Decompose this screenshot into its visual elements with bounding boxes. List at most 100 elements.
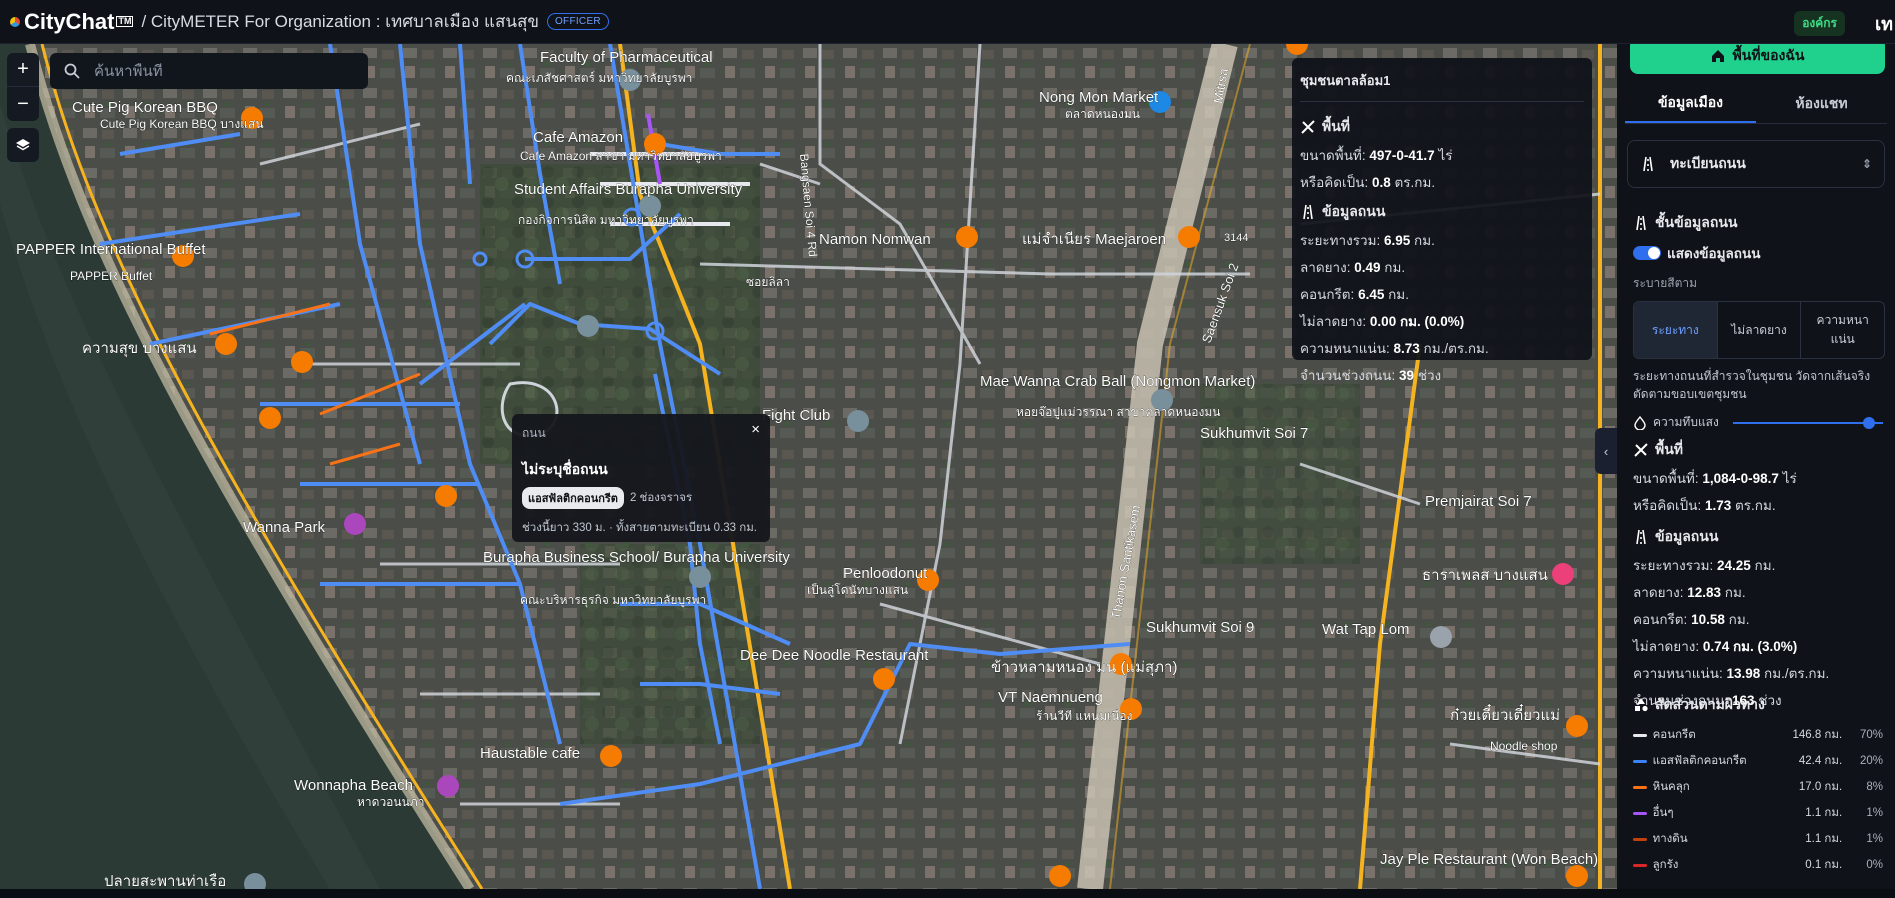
area-size-row: ขนาดพื้นที่: 497-0-41.7 ไร่ — [1300, 148, 1453, 163]
map-label: หอยจ๊อปูแม่วรรณา สาขาตลาดหนองมน — [1016, 405, 1220, 420]
chevron-up-down-icon: ⇕ — [1861, 157, 1872, 171]
road-layer-section: ชั้นข้อมูลถนน แสดงข้อมูลถนน ระบายสีตาม ร… — [1633, 212, 1885, 432]
org-badge[interactable]: องค์กร — [1794, 11, 1845, 36]
map-label: Wat Tap Lom — [1322, 621, 1410, 638]
map-label: Cute Pig Korean BBQ — [72, 99, 218, 116]
user-menu-partial[interactable]: เท — [1875, 9, 1895, 38]
panel-area-section: พื้นที่ ขนาดพื้นที่: 1,084-0-98.7 ไร่ หร… — [1633, 439, 1883, 521]
surface-km: 0.1 กม. — [1805, 859, 1843, 871]
layer-note: ระยะทางถนนที่สำรวจในชุมชน วัดจากเส้นจริง… — [1633, 369, 1871, 401]
surface-km: 1.1 กม. — [1805, 833, 1843, 845]
density-row: ความหนาแน่น: 8.73 กม./ตร.กม. — [1300, 341, 1489, 356]
panel-area-heading: พื้นที่ — [1655, 441, 1684, 457]
surface-name: แอสฟัลติกคอนกรีต — [1652, 755, 1747, 767]
map-label: คณะบริหารธุรกิจ มหาวิทยาลัยบูรพา — [520, 593, 706, 608]
road-layer-heading-row: ชั้นข้อมูลถนน — [1633, 212, 1883, 234]
panel-total-row: ระยะทางรวม: 24.25 กม. — [1633, 558, 1776, 573]
role-badge: OFFICER — [546, 13, 609, 30]
zoom-controls: + − — [7, 53, 39, 121]
map-label: Cafe Amazon — [533, 129, 623, 146]
droplet-icon — [1634, 415, 1646, 430]
map-label: ปลายสะพานท่าเรือ — [104, 873, 226, 889]
surface-pct: 70% — [1859, 729, 1883, 741]
surface-pct: 0% — [1866, 859, 1883, 871]
map-label: 3144 — [1224, 232, 1248, 244]
map-label: Sukhumvit Soi 7 — [1200, 425, 1308, 442]
surface-name: ทางดิน — [1652, 833, 1688, 845]
map-label: แม่จำเนียร Maejaroen — [1022, 231, 1166, 248]
road-popup-header: ถนน — [522, 426, 546, 440]
zoom-in-button[interactable]: + — [7, 53, 39, 87]
dataset-selector[interactable]: ทะเบียนถนน ⇕ — [1627, 140, 1885, 188]
map-label: Wonnapha Beach — [294, 777, 413, 794]
close-icon[interactable]: × — [751, 422, 760, 443]
surface-km: 17.0 กม. — [1798, 781, 1843, 793]
surface-km: 1.1 กม. — [1805, 807, 1843, 819]
map-label: Noodle shop — [1490, 739, 1558, 753]
segments-row: จำนวนช่วงถนน: 39 ช่วง — [1300, 368, 1442, 383]
map-label: ก๋วยเตี๋ยวเตี๋ยวแม่ — [1450, 703, 1560, 724]
map-label: ข้าวหลามหนอง มน (แม่สุภา) — [991, 659, 1177, 677]
panel-concrete-row: คอนกรีต: 10.58 กม. — [1633, 612, 1750, 627]
area-section-heading: พื้นที่ — [1300, 116, 1584, 138]
color-by-density[interactable]: ความหนาแน่น — [1801, 302, 1884, 358]
surface-tag: แอสฟัลติกคอนกรีต — [522, 487, 624, 509]
panel-area-equiv-row: หรือคิดเป็น: 1.73 ตร.กม. — [1633, 498, 1776, 513]
map-label: เป็นลู่โดนัทบางแสน — [807, 582, 908, 598]
road-icon — [1636, 215, 1646, 231]
panel-asphalt-row: ลาดยาง: 12.83 กม. — [1633, 585, 1746, 600]
map-search-input[interactable] — [94, 62, 334, 80]
surface-name: ลูกรัง — [1652, 859, 1679, 871]
show-road-toggle[interactable] — [1633, 246, 1661, 260]
map-label: Penloodonut — [843, 565, 928, 582]
opacity-row: ความทึบแสง — [1633, 413, 1883, 432]
my-area-button[interactable]: พื้นที่ของฉัน — [1630, 44, 1885, 74]
surface-km: 146.8 กม. — [1792, 729, 1843, 741]
search-icon — [64, 63, 80, 79]
road-section-heading: ข้อมูลถนน — [1300, 201, 1584, 223]
surface-km: 42.4 กม. — [1798, 755, 1843, 767]
concrete-row: คอนกรีต: 6.45 กม. — [1300, 287, 1409, 302]
tab-city-data[interactable]: ข้อมูลเมือง — [1625, 84, 1756, 123]
map-label: ร้านวีที แหนมเนือง — [1036, 709, 1133, 723]
panel-tabs: ข้อมูลเมือง ห้องแชท — [1625, 84, 1887, 124]
map-label: Cute Pig Korean BBQ บางแสน — [100, 117, 264, 131]
asphalt-row: ลาดยาง: 0.49 กม. — [1300, 260, 1406, 275]
surface-swatch — [1633, 837, 1647, 841]
map-label: Cafe Amazon สาขา มหาวิทยาลัยบูรพา — [520, 149, 722, 164]
panel-area-heading-row: พื้นที่ — [1633, 439, 1883, 461]
zoom-out-button[interactable]: − — [7, 87, 39, 121]
surface-heading-row: สัดส่วนตามผิวทาง — [1633, 694, 1883, 716]
citychat-logo[interactable]: CityChat TM — [10, 9, 134, 35]
layers-icon — [16, 139, 30, 151]
shapes-icon — [1635, 698, 1648, 712]
map-label: Faculty of Pharmaceutical — [540, 49, 713, 66]
color-by-unpaved[interactable]: ไม่ลาดยาง — [1718, 302, 1802, 358]
map-label: ซอยลิลา — [746, 275, 790, 289]
surface-swatch — [1633, 733, 1647, 737]
breadcrumb: / CityMETER For Organization : เทศบาลเมื… — [141, 12, 539, 31]
opacity-label: ความทึบแสง — [1653, 415, 1719, 429]
map-label: Wanna Park — [243, 519, 325, 536]
surface-swatch — [1633, 759, 1647, 763]
surface-section: สัดส่วนตามผิวทาง คอนกรีต 146.8 กม. 70% แอสฟ… — [1633, 694, 1883, 878]
bottom-bar — [0, 889, 1895, 898]
map-label: Premjairat Soi 7 — [1425, 493, 1532, 510]
color-by-distance[interactable]: ระยะทาง — [1634, 302, 1718, 358]
map-label: Namon Nomwan — [819, 231, 931, 248]
surface-swatch — [1633, 863, 1647, 867]
opacity-slider[interactable] — [1732, 416, 1883, 429]
road-name: ไม่ระบุชื่อถนน — [522, 461, 608, 477]
collapse-panel-button[interactable]: ‹ — [1595, 428, 1617, 474]
surface-row: คอนกรีต 146.8 กม. 70% — [1633, 722, 1883, 748]
layers-button[interactable] — [7, 128, 39, 162]
map-label: ตลาดหนองมน — [1065, 107, 1140, 121]
color-by-segmented: ระยะทาง ไม่ลาดยาง ความหนาแน่น — [1633, 301, 1885, 359]
home-icon — [1711, 50, 1724, 62]
map-search — [50, 53, 368, 89]
tab-chat-room[interactable]: ห้องแชท — [1756, 84, 1887, 123]
chevron-left-icon: ‹ — [1603, 443, 1609, 459]
surface-pct: 20% — [1859, 755, 1883, 767]
map-label: VT Naemnueng — [998, 689, 1103, 706]
show-road-label: แสดงข้อมูลถนน — [1667, 246, 1761, 261]
